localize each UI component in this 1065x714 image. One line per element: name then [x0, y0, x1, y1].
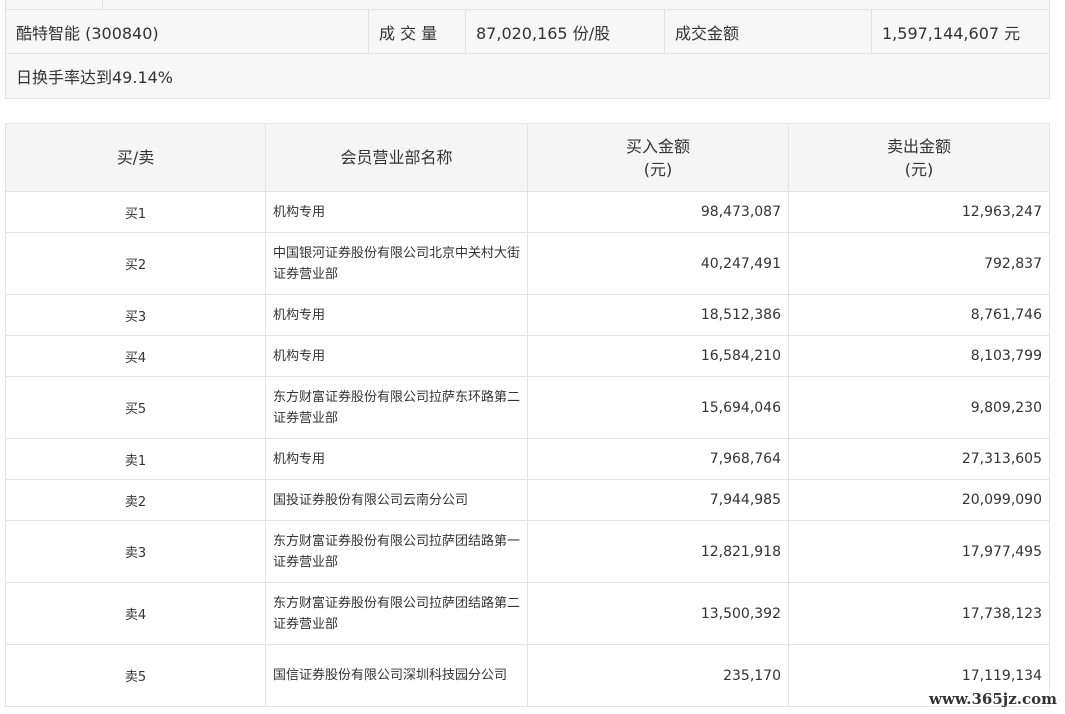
- row-buy-amount: 18,512,386: [527, 294, 789, 336]
- row-side: 卖3: [5, 520, 266, 583]
- header-side: 买/卖: [5, 123, 266, 192]
- row-member-name: 东方财富证券股份有限公司拉萨团结路第一证券营业部: [265, 520, 528, 583]
- turnover-note: 日换手率达到49.14%: [4, 53, 1051, 99]
- table-row: 买2 中国银河证券股份有限公司北京中关村大街证券营业部 40,247,491 7…: [5, 232, 1050, 295]
- row-side: 买5: [5, 376, 266, 439]
- row-side: 买2: [5, 232, 266, 295]
- row-buy-amount: 15,694,046: [527, 376, 789, 439]
- row-sell-amount: 17,977,495: [788, 520, 1050, 583]
- summary-note-row: 日换手率达到49.14%: [4, 53, 1051, 99]
- table-row: 买4 机构专用 16,584,210 8,103,799: [5, 335, 1050, 377]
- volume-value: 87,020,165 份/股: [465, 9, 665, 54]
- row-buy-amount: 7,968,764: [527, 438, 789, 480]
- row-side: 卖1: [5, 438, 266, 480]
- table-row: 买1 机构专用 98,473,087 12,963,247: [5, 191, 1050, 233]
- row-side: 买3: [5, 294, 266, 336]
- row-side: 卖2: [5, 479, 266, 521]
- table-row: 卖5 国信证券股份有限公司深圳科技园分公司 235,170 17,119,134: [5, 644, 1050, 707]
- table-row: 卖3 东方财富证券股份有限公司拉萨团结路第一证券营业部 12,821,918 1…: [5, 520, 1050, 583]
- row-buy-amount: 7,944,985: [527, 479, 789, 521]
- row-buy-amount: 98,473,087: [527, 191, 789, 233]
- stock-summary-table: 酷特智能 (300840) 成 交 量 87,020,165 份/股 成交金额 …: [4, 0, 1051, 99]
- row-member-name: 中国银河证券股份有限公司北京中关村大街证券营业部: [265, 232, 528, 295]
- row-member-name: 东方财富证券股份有限公司拉萨东环路第二证券营业部: [265, 376, 528, 439]
- header-sell-amount: 卖出金额 (元): [788, 123, 1050, 192]
- header-member-name: 会员营业部名称: [265, 123, 528, 192]
- header-buy-amount: 买入金额 (元): [527, 123, 789, 192]
- row-buy-amount: 40,247,491: [527, 232, 789, 295]
- table-row: 买3 机构专用 18,512,386 8,761,746: [5, 294, 1050, 336]
- row-buy-amount: 235,170: [527, 644, 789, 707]
- stock-name: 酷特智能 (300840): [5, 9, 369, 54]
- row-side: 卖5: [5, 644, 266, 707]
- row-buy-amount: 13,500,392: [527, 582, 789, 645]
- row-member-name: 国信证券股份有限公司深圳科技园分公司: [265, 644, 528, 707]
- volume-label: 成 交 量: [368, 9, 466, 54]
- row-side: 买4: [5, 335, 266, 377]
- row-sell-amount: 27,313,605: [788, 438, 1050, 480]
- table-header-row: 买/卖 会员营业部名称 买入金额 (元) 卖出金额 (元): [5, 123, 1050, 192]
- row-member-name: 机构专用: [265, 438, 528, 480]
- row-buy-amount: 12,821,918: [527, 520, 789, 583]
- row-sell-amount: 9,809,230: [788, 376, 1050, 439]
- row-sell-amount: 792,837: [788, 232, 1050, 295]
- table-row: 卖1 机构专用 7,968,764 27,313,605: [5, 438, 1050, 480]
- summary-row: 酷特智能 (300840) 成 交 量 87,020,165 份/股 成交金额 …: [5, 9, 1051, 54]
- table-row: 卖4 东方财富证券股份有限公司拉萨团结路第二证券营业部 13,500,392 1…: [5, 582, 1050, 645]
- row-sell-amount: 12,963,247: [788, 191, 1050, 233]
- trading-seats-table: 买/卖 会员营业部名称 买入金额 (元) 卖出金额 (元) 买1 机构专用 98…: [5, 123, 1050, 707]
- row-member-name: 机构专用: [265, 191, 528, 233]
- amount-value: 1,597,144,607 元: [870, 9, 1051, 54]
- row-member-name: 机构专用: [265, 335, 528, 377]
- row-side: 买1: [5, 191, 266, 233]
- amount-label: 成交金额: [664, 9, 872, 54]
- row-sell-amount: 8,761,746: [788, 294, 1050, 336]
- row-sell-amount: 8,103,799: [788, 335, 1050, 377]
- row-member-name: 东方财富证券股份有限公司拉萨团结路第二证券营业部: [265, 582, 528, 645]
- row-member-name: 机构专用: [265, 294, 528, 336]
- row-buy-amount: 16,584,210: [527, 335, 789, 377]
- row-member-name: 国投证券股份有限公司云南分公司: [265, 479, 528, 521]
- row-sell-amount: 20,099,090: [788, 479, 1050, 521]
- summary-stub-row: [5, 0, 1051, 10]
- table-row: 卖2 国投证券股份有限公司云南分公司 7,944,985 20,099,090: [5, 479, 1050, 521]
- row-sell-amount: 17,738,123: [788, 582, 1050, 645]
- table-row: 买5 东方财富证券股份有限公司拉萨东环路第二证券营业部 15,694,046 9…: [5, 376, 1050, 439]
- watermark: www.365jz.com: [929, 690, 1057, 708]
- row-side: 卖4: [5, 582, 266, 645]
